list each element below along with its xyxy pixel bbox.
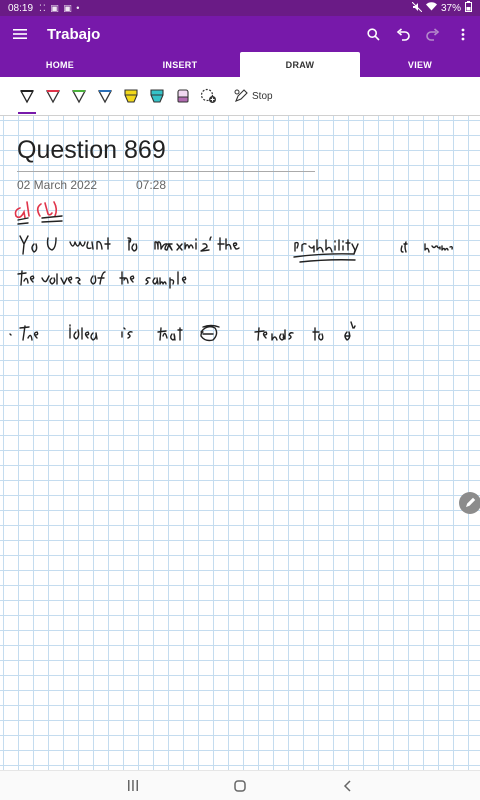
home-button[interactable] — [225, 774, 255, 798]
lasso-select-tool[interactable] — [196, 81, 222, 111]
search-button[interactable] — [362, 23, 384, 45]
back-chevron-icon — [343, 779, 351, 792]
notebook-title: Trabajo — [47, 25, 101, 43]
pen-stop-icon — [234, 89, 248, 102]
redo-icon — [426, 27, 440, 41]
battery-icon — [465, 1, 472, 15]
highlighter-yellow-icon — [124, 89, 138, 103]
note-canvas[interactable]: Question 869 02 March 2022 07:28 — [0, 116, 480, 770]
hamburger-icon — [13, 29, 27, 39]
pen-green-tool[interactable] — [66, 81, 92, 111]
pen-blue-icon — [97, 90, 113, 104]
android-nav-bar — [0, 770, 480, 800]
redo-button[interactable] — [422, 23, 444, 45]
app-bar: Trabajo — [0, 16, 480, 52]
status-right: 37% — [411, 1, 472, 15]
home-circle-icon — [234, 779, 246, 792]
tab-draw[interactable]: DRAW — [240, 52, 360, 77]
status-bar: 08:19 ⁚⁚ ▣ ▣ • 37% — [0, 0, 480, 16]
back-button[interactable] — [332, 774, 362, 798]
menu-button[interactable] — [0, 28, 40, 40]
handwritten-ink — [9, 201, 453, 342]
more-vert-icon — [461, 28, 465, 40]
undo-button[interactable] — [392, 23, 414, 45]
draw-toolbar: Stop — [0, 77, 480, 116]
recent-apps-button[interactable] — [118, 774, 148, 798]
pen-black-tool[interactable] — [14, 81, 40, 114]
pen-blue-tool[interactable] — [92, 81, 118, 111]
highlighter-cyan-icon — [150, 89, 164, 103]
edit-pen-button[interactable] — [459, 492, 480, 514]
search-icon — [366, 27, 380, 41]
lasso-add-icon — [200, 88, 216, 103]
eraser-tool[interactable] — [170, 81, 196, 111]
tab-home[interactable]: HOME — [0, 52, 120, 77]
wifi-icon — [425, 2, 437, 14]
highlighter-cyan-tool[interactable] — [144, 81, 170, 111]
highlighter-yellow-tool[interactable] — [118, 81, 144, 111]
notification-icons: ⁚⁚ ▣ ▣ • — [39, 2, 81, 13]
tab-view[interactable]: VIEW — [360, 52, 480, 77]
pencil-icon — [466, 497, 476, 507]
undo-icon — [396, 27, 410, 41]
pen-red-tool[interactable] — [40, 81, 66, 111]
pen-red-icon — [45, 90, 61, 104]
stop-drawing-button[interactable]: Stop — [234, 89, 273, 103]
pen-green-icon — [71, 90, 87, 104]
app-actions — [362, 23, 480, 45]
ribbon-tabs: HOME INSERT DRAW VIEW — [0, 52, 480, 77]
recents-icon — [128, 780, 139, 791]
stop-label: Stop — [252, 90, 273, 102]
pen-black-icon — [19, 90, 35, 104]
more-button[interactable] — [452, 23, 474, 45]
battery-percent: 37% — [440, 2, 461, 14]
mute-icon — [411, 1, 423, 15]
status-time: 08:19 — [8, 2, 34, 14]
eraser-icon — [177, 89, 189, 103]
tab-insert[interactable]: INSERT — [120, 52, 240, 77]
